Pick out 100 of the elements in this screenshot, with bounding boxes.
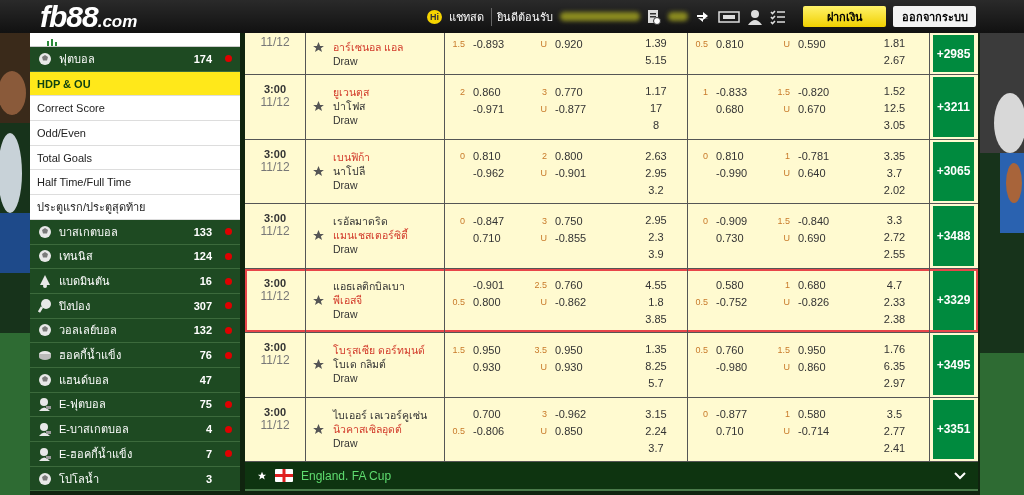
list-icon[interactable]	[770, 8, 786, 25]
odds-value[interactable]: 5.7	[648, 375, 664, 392]
odds-value[interactable]: 0.810	[473, 150, 501, 162]
odds-value[interactable]: 0.860	[473, 85, 501, 98]
odds-value[interactable]: 2.02	[883, 181, 906, 199]
more-bets-button[interactable]: +3351	[933, 399, 974, 459]
market-item[interactable]: ประตูแรก/ประตูสุดท้าย	[30, 195, 240, 220]
odds-value[interactable]: -0.877	[716, 408, 748, 420]
live-chat-link[interactable]: แชทสด	[449, 7, 484, 26]
odds-value[interactable]: 8.25	[645, 358, 667, 375]
odds-value[interactable]: 0.950	[473, 343, 501, 356]
odds-value[interactable]: 0.810	[716, 37, 744, 50]
logout-button[interactable]: ออกจากระบบ	[893, 6, 976, 27]
sport-item[interactable]: แฮนด์บอล 47	[30, 367, 240, 393]
odds-value[interactable]: 2.3	[648, 229, 664, 246]
odds-value[interactable]: 0.680	[798, 279, 826, 291]
odds-value[interactable]: 2.63	[645, 147, 667, 165]
star-icon[interactable]	[312, 358, 325, 372]
market-item[interactable]: Half Time/Full Time	[30, 170, 240, 196]
odds-value[interactable]: 1.81	[883, 35, 906, 52]
odds-value[interactable]: 2.55	[883, 246, 906, 263]
odds-value[interactable]: 0.860	[798, 360, 826, 373]
sport-item[interactable]: E-ฟุตบอล 75	[30, 392, 240, 418]
market-item[interactable]: Total Goals	[30, 145, 240, 171]
sport-item[interactable]: E-บาสเกตบอล 4	[30, 417, 240, 442]
odds-value[interactable]: 0.640	[798, 167, 826, 179]
odds-value[interactable]: -0.962	[473, 167, 505, 179]
sport-item[interactable]: บาสเกตบอล 133	[30, 219, 240, 245]
more-bets-button[interactable]: +3329	[933, 270, 974, 330]
odds-value[interactable]: 2.33	[883, 293, 906, 311]
odds-value[interactable]: 2.24	[645, 422, 667, 440]
odds-value[interactable]: 12.5	[883, 100, 906, 117]
odds-value[interactable]: -0.893	[473, 37, 505, 50]
odds-value[interactable]: 3.05	[883, 117, 906, 134]
star-icon[interactable]	[312, 100, 325, 114]
star-icon[interactable]	[312, 422, 325, 436]
market-item[interactable]: Odd/Even	[30, 121, 240, 146]
odds-value[interactable]: 3.15	[645, 405, 667, 423]
odds-value[interactable]: 0.770	[555, 85, 583, 98]
odds-value[interactable]: 0.810	[716, 150, 744, 162]
more-bets-button[interactable]: +3065	[933, 141, 974, 201]
odds-value[interactable]: 0.580	[798, 408, 826, 420]
market-item[interactable]: HDP & OU	[30, 71, 240, 97]
market-item[interactable]: Correct Score	[30, 96, 240, 122]
odds-value[interactable]: 1.8	[648, 293, 664, 311]
odds-value[interactable]: -0.990	[716, 167, 748, 179]
odds-value[interactable]: -0.714	[798, 425, 830, 437]
odds-value[interactable]: 0.760	[716, 343, 744, 356]
chevron-down-icon[interactable]	[954, 471, 966, 480]
odds-value[interactable]: 2.67	[883, 52, 906, 69]
odds-value[interactable]: -0.781	[798, 150, 830, 162]
odds-value[interactable]: 1.17	[645, 83, 667, 100]
odds-value[interactable]: 3.85	[645, 310, 667, 328]
odds-value[interactable]: -0.820	[798, 85, 830, 98]
odds-value[interactable]: -0.806	[473, 425, 505, 437]
odds-value[interactable]: 0.710	[473, 231, 501, 244]
odds-value[interactable]: 2.95	[645, 164, 667, 182]
more-bets-button[interactable]: +3211	[933, 77, 974, 137]
odds-value[interactable]: -0.877	[555, 102, 587, 115]
odds-value[interactable]: 1.76	[883, 341, 906, 358]
odds-value[interactable]: -0.971	[473, 102, 505, 115]
odds-value[interactable]: -0.980	[716, 360, 748, 373]
odds-value[interactable]: 0.950	[555, 343, 583, 356]
odds-value[interactable]: 3.9	[648, 246, 664, 263]
odds-value[interactable]: 0.850	[555, 425, 583, 437]
ticket-icon[interactable]	[718, 9, 740, 24]
odds-value[interactable]: 3.5	[886, 405, 903, 423]
odds-value[interactable]: 0.750	[555, 214, 583, 227]
odds-value[interactable]: 0.580	[716, 279, 744, 291]
star-icon[interactable]	[312, 164, 325, 178]
odds-value[interactable]: 2.41	[883, 439, 906, 457]
odds-value[interactable]: -0.833	[716, 85, 748, 98]
user-icon[interactable]	[747, 8, 763, 25]
odds-value[interactable]: 0.920	[555, 37, 583, 50]
odds-value[interactable]: 0.730	[716, 231, 744, 244]
odds-value[interactable]: 0.930	[473, 360, 501, 373]
odds-value[interactable]: 0.800	[473, 296, 501, 308]
sport-item[interactable]: โปโลน้ำ 3	[30, 466, 240, 492]
odds-value[interactable]: 0.690	[798, 231, 826, 244]
odds-value[interactable]: 0.950	[798, 343, 826, 356]
odds-value[interactable]: 6.35	[883, 358, 906, 375]
odds-value[interactable]: 0.700	[473, 408, 501, 420]
sport-item[interactable]: E-ฮอคกี้น้ำแข็ง 7	[30, 442, 240, 467]
odds-value[interactable]: 1.52	[883, 83, 906, 100]
odds-value[interactable]: 17	[649, 100, 663, 117]
odds-value[interactable]: -0.840	[798, 214, 830, 227]
odds-value[interactable]: 2.72	[883, 229, 906, 246]
document-icon[interactable]	[647, 8, 661, 25]
odds-value[interactable]: 3.35	[883, 147, 906, 165]
star-icon[interactable]	[312, 293, 325, 307]
sport-item[interactable]: ปิงปอง 307	[30, 293, 240, 319]
odds-value[interactable]: 3.7	[886, 164, 903, 182]
odds-value[interactable]: -0.752	[716, 296, 748, 308]
more-bets-button[interactable]: +3495	[933, 335, 974, 395]
odds-value[interactable]: 2.97	[883, 375, 906, 392]
league-header[interactable]: England. FA Cup	[245, 462, 978, 491]
chat-bubble-icon[interactable]: Hi	[427, 9, 442, 24]
odds-value[interactable]: -0.847	[473, 214, 505, 227]
star-icon[interactable]	[312, 41, 325, 54]
odds-value[interactable]: 0.930	[555, 360, 583, 373]
